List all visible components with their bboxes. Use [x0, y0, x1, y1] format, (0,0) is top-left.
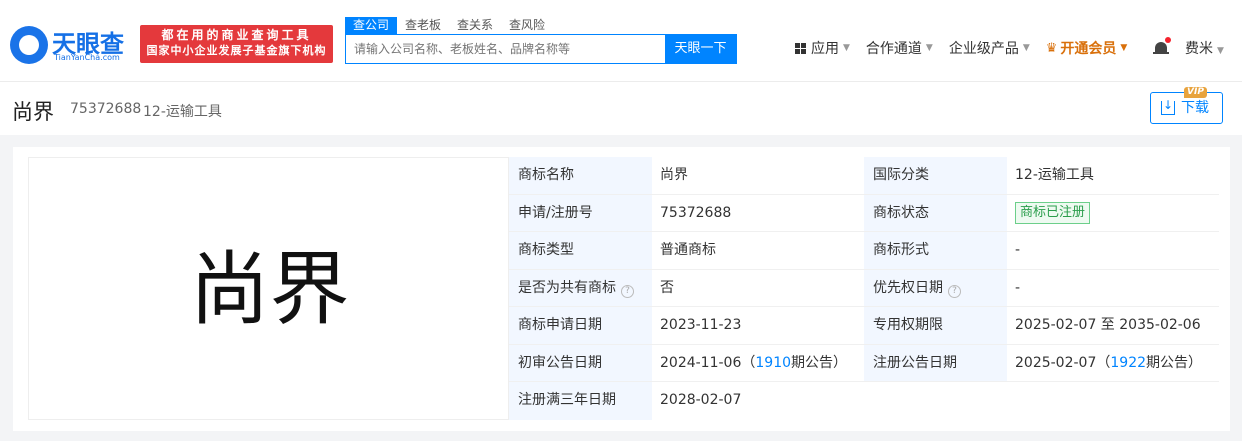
chevron-down-icon: ▼	[1217, 46, 1224, 56]
nav-channel-label: 合作通道	[865, 41, 922, 57]
tab-boss[interactable]: 查老板	[397, 17, 449, 34]
field-value: 2023-11-23	[660, 317, 742, 333]
field-label: 专用权期限	[864, 307, 1007, 344]
field-value: -	[1015, 279, 1021, 296]
logo-eye-icon	[10, 26, 48, 64]
field-value: 普通商标	[660, 242, 716, 258]
download-label: 下载	[1181, 100, 1209, 116]
field-value: 否	[660, 279, 674, 296]
table-row: 是否为共有商标? 否 优先权日期? -	[509, 269, 1219, 307]
table-row: 注册满三年日期 2028-02-07	[509, 382, 1219, 420]
field-label: 注册满三年日期	[509, 382, 652, 420]
status-badge: 商标已注册	[1015, 201, 1091, 224]
field-label: 申请/注册号	[509, 194, 652, 231]
table-row: 商标名称 尚界 国际分类 12-运输工具	[509, 157, 1219, 195]
help-icon[interactable]: ?	[621, 284, 634, 298]
crown-icon: ♛	[1045, 40, 1058, 56]
field-value: 商标已注册	[1007, 195, 1219, 232]
page-title: 尚界	[12, 100, 54, 124]
chevron-down-icon: ▼	[843, 43, 850, 53]
download-arrow-icon: ↓	[1163, 98, 1174, 112]
field-value: 75372688	[660, 204, 732, 221]
field-label: 初审公告日期	[509, 344, 652, 381]
empty-cell	[1007, 382, 1219, 420]
field-label: 商标申请日期	[509, 307, 652, 344]
field-label: 优先权日期?	[864, 269, 1007, 306]
nav-vip-label: 开通会员	[1060, 41, 1117, 57]
gazette-issue-link[interactable]: 1910	[755, 355, 791, 371]
field-value: 2025-02-07 至 2035-02-06	[1015, 317, 1201, 333]
chevron-down-icon: ▼	[1022, 43, 1030, 53]
registration-number: 75372688	[70, 101, 142, 117]
trademark-title-bar: 尚界 75372688 12-运输工具 ↓ 下载 VIP	[0, 82, 1242, 135]
field-value: 2025-02-07（1922期公告）	[1015, 354, 1203, 371]
user-menu[interactable]: 费米 ▼	[1185, 38, 1224, 58]
tab-relation[interactable]: 查关系	[449, 17, 501, 34]
field-label: 商标名称	[509, 157, 652, 194]
field-value: 2028-02-07	[660, 392, 742, 408]
field-label: 国际分类	[864, 157, 1007, 194]
banner-line1: 都在用的商业查询工具	[161, 28, 312, 42]
nav-apps-label: 应用	[811, 41, 839, 57]
field-label: 商标状态	[864, 194, 1007, 231]
bell-icon[interactable]	[1153, 37, 1171, 57]
trademark-class: 12-运输工具	[143, 104, 222, 120]
field-label: 商标类型	[509, 232, 652, 269]
user-name: 费米	[1185, 41, 1213, 57]
table-row: 初审公告日期 2024-11-06（1910期公告） 注册公告日期 2025-0…	[509, 344, 1219, 382]
trademark-detail-card: 尚界 商标名称 尚界 国际分类 12-运输工具 申请/注册号 75372688 …	[13, 147, 1230, 431]
grid-icon	[795, 42, 806, 54]
tab-risk[interactable]: 查风险	[501, 17, 553, 34]
nav-apps[interactable]: 应用 ▼	[795, 38, 850, 58]
field-label: 注册公告日期	[864, 344, 1007, 381]
field-value: 12-运输工具	[1015, 167, 1094, 183]
top-header: 天眼查 TianYanCha.com 都在用的商业查询工具 国家中小企业发展子基…	[0, 0, 1242, 82]
search-input[interactable]	[346, 35, 666, 63]
chevron-down-icon: ▼	[925, 43, 933, 53]
field-value: 2024-11-06（1910期公告）	[660, 354, 848, 371]
search-box: 天眼一下	[345, 34, 737, 64]
notification-dot	[1165, 37, 1171, 43]
logo-domain: TianYanCha.com	[54, 53, 120, 62]
search-tabs: 查公司 查老板 查关系 查风险	[345, 17, 553, 34]
nav-vip[interactable]: ♛ 开通会员 ▼	[1046, 38, 1128, 58]
gazette-issue-link[interactable]: 1922	[1110, 355, 1146, 371]
field-label: 是否为共有商标?	[509, 269, 652, 306]
help-icon[interactable]: ?	[948, 284, 961, 298]
nav-enterprise[interactable]: 企业级产品 ▼	[949, 38, 1030, 58]
site-logo[interactable]: 天眼查 TianYanCha.com	[10, 24, 134, 66]
field-label: 商标形式	[864, 232, 1007, 269]
table-row: 申请/注册号 75372688 商标状态 商标已注册	[509, 194, 1219, 232]
search-button[interactable]: 天眼一下	[665, 35, 736, 63]
empty-cell	[864, 382, 1007, 420]
tab-company[interactable]: 查公司	[345, 17, 398, 34]
banner-line2: 国家中小企业发展子基金旗下机构	[146, 44, 327, 57]
field-value: 尚界	[660, 167, 688, 183]
nav-channel[interactable]: 合作通道 ▼	[866, 38, 933, 58]
top-nav: 应用 ▼ 合作通道 ▼ 企业级产品 ▼ ♛ 开通会员 ▼	[795, 38, 1143, 58]
trademark-info-table: 商标名称 尚界 国际分类 12-运输工具 申请/注册号 75372688 商标状…	[509, 157, 1219, 420]
nav-enterprise-label: 企业级产品	[948, 41, 1019, 57]
trademark-image-text: 尚界	[189, 243, 350, 336]
field-value: -	[1015, 242, 1021, 258]
trademark-image[interactable]: 尚界	[28, 157, 509, 420]
table-row: 商标申请日期 2023-11-23 专用权期限 2025-02-07 至 203…	[509, 307, 1219, 345]
table-row: 商标类型 普通商标 商标形式 -	[509, 232, 1219, 270]
promo-banner[interactable]: 都在用的商业查询工具 国家中小企业发展子基金旗下机构	[140, 25, 333, 63]
vip-badge: VIP	[1184, 87, 1207, 98]
chevron-down-icon: ▼	[1120, 43, 1128, 53]
